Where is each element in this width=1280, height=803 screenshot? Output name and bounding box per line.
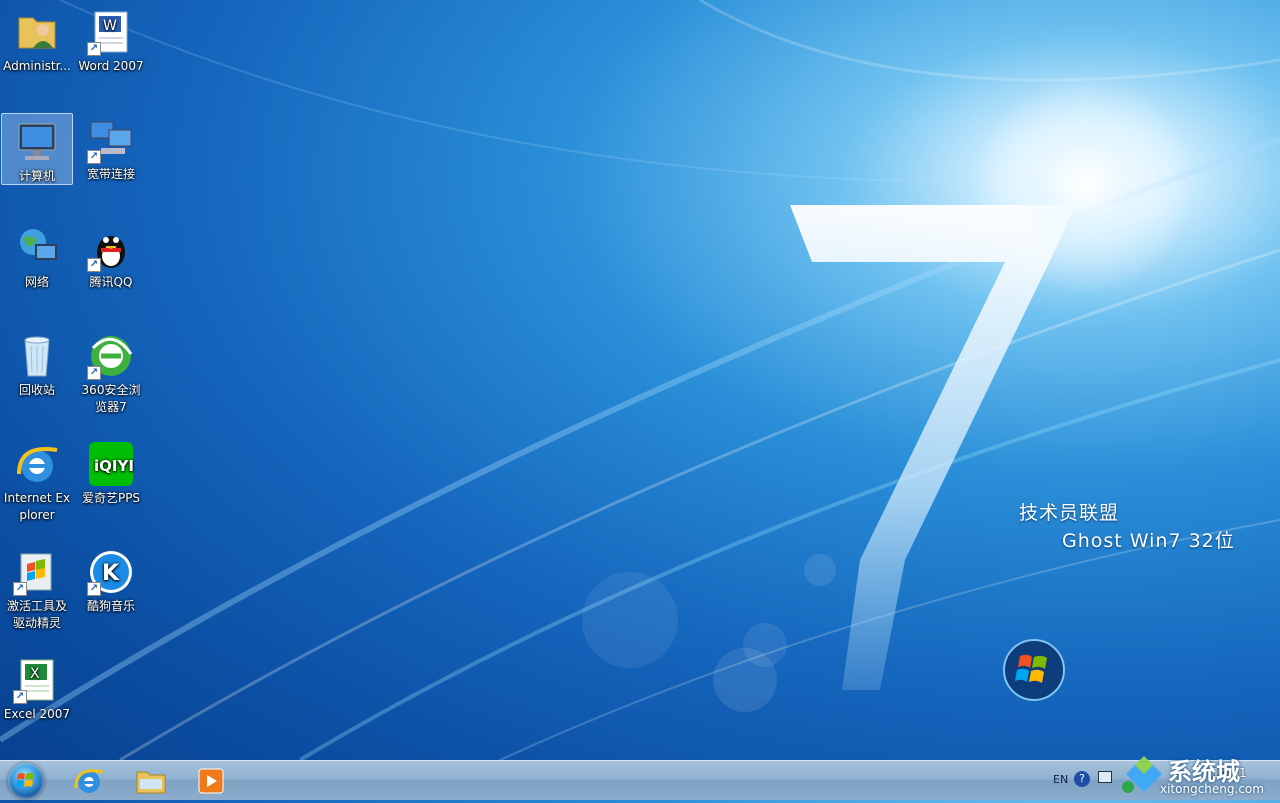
desktop-icon-computer[interactable]: 计算机 — [1, 113, 73, 185]
user-folder-icon — [13, 8, 61, 56]
taskbar-pin-windows-explorer[interactable] — [129, 764, 173, 798]
svg-text:iQIYI: iQIYI — [94, 457, 134, 475]
desktop-icon-excel-2007[interactable]: X ↗ Excel 2007 — [1, 652, 73, 752]
desktop-icon-administrator[interactable]: Administr... — [1, 4, 73, 104]
start-button[interactable] — [8, 763, 44, 799]
watermark-url: xitongcheng.com — [1160, 782, 1264, 796]
internet-explorer-icon — [74, 769, 104, 793]
internet-explorer-icon — [13, 440, 61, 488]
desktop-icon-kugou[interactable]: K ↗ 酷狗音乐 — [75, 544, 147, 644]
360-browser-icon: ↗ — [87, 332, 135, 380]
media-player-icon — [198, 768, 224, 794]
language-indicator[interactable]: EN — [1053, 773, 1068, 786]
shortcut-arrow-icon: ↗ — [87, 150, 101, 164]
desktop-icon-broadband[interactable]: ↗ 宽带连接 — [75, 112, 147, 212]
recycle-bin-icon — [13, 332, 61, 380]
folder-icon — [136, 771, 166, 794]
help-icon[interactable]: ? — [1074, 771, 1090, 787]
watermark: 系统城 xitongcheng.com — [1124, 752, 1274, 798]
shortcut-arrow-icon: ↗ — [87, 258, 101, 272]
taskbar-pin-internet-explorer[interactable] — [67, 764, 111, 798]
activation-tool-icon: ↗ — [13, 548, 61, 596]
shortcut-arrow-icon: ↗ — [13, 690, 27, 704]
shortcut-arrow-icon: ↗ — [87, 42, 101, 56]
desktop-icon-qq[interactable]: ↗ 腾讯QQ — [75, 220, 147, 320]
excel-icon: X ↗ — [13, 656, 61, 704]
computer-icon — [13, 118, 61, 166]
taskbar: EN ? 14:41 — [0, 760, 1280, 800]
desktop-icon-recycle-bin[interactable]: 回收站 — [1, 328, 73, 428]
broadband-icon: ↗ — [87, 116, 135, 164]
iqiyi-icon: iQIYI — [87, 440, 135, 488]
word-icon: W ↗ — [87, 8, 135, 56]
desktop-icon-word-2007[interactable]: W ↗ Word 2007 — [75, 4, 147, 104]
svg-text:W: W — [103, 18, 117, 34]
desktop-icon-360-browser[interactable]: ↗ 360安全浏览器7 — [75, 328, 147, 428]
svg-text:K: K — [102, 561, 120, 586]
shortcut-arrow-icon: ↗ — [87, 582, 101, 596]
windows-start-orb-icon — [16, 773, 34, 787]
desktop-icon-network[interactable]: 网络 — [1, 220, 73, 320]
network-icon — [13, 224, 61, 272]
qq-icon: ↗ — [87, 224, 135, 272]
svg-text:X: X — [30, 666, 40, 682]
notification-flag-icon[interactable] — [1098, 771, 1112, 783]
shortcut-arrow-icon: ↗ — [87, 366, 101, 380]
shortcut-arrow-icon: ↗ — [13, 582, 27, 596]
watermark-logo-icon — [1126, 756, 1162, 792]
desktop-icon-internet-explorer[interactable]: Internet Explorer — [1, 436, 73, 536]
taskbar-pin-media-player[interactable] — [189, 764, 233, 798]
desktop: Administr... W ↗ Word 2007 计算机 ↗ 宽带连接 网络… — [0, 0, 1280, 760]
kugou-icon: K ↗ — [87, 548, 135, 596]
desktop-icon-activation-tool[interactable]: ↗ 激活工具及驱动精灵 — [1, 544, 73, 644]
desktop-icon-iqiyi[interactable]: iQIYI 爱奇艺PPS — [75, 436, 147, 536]
